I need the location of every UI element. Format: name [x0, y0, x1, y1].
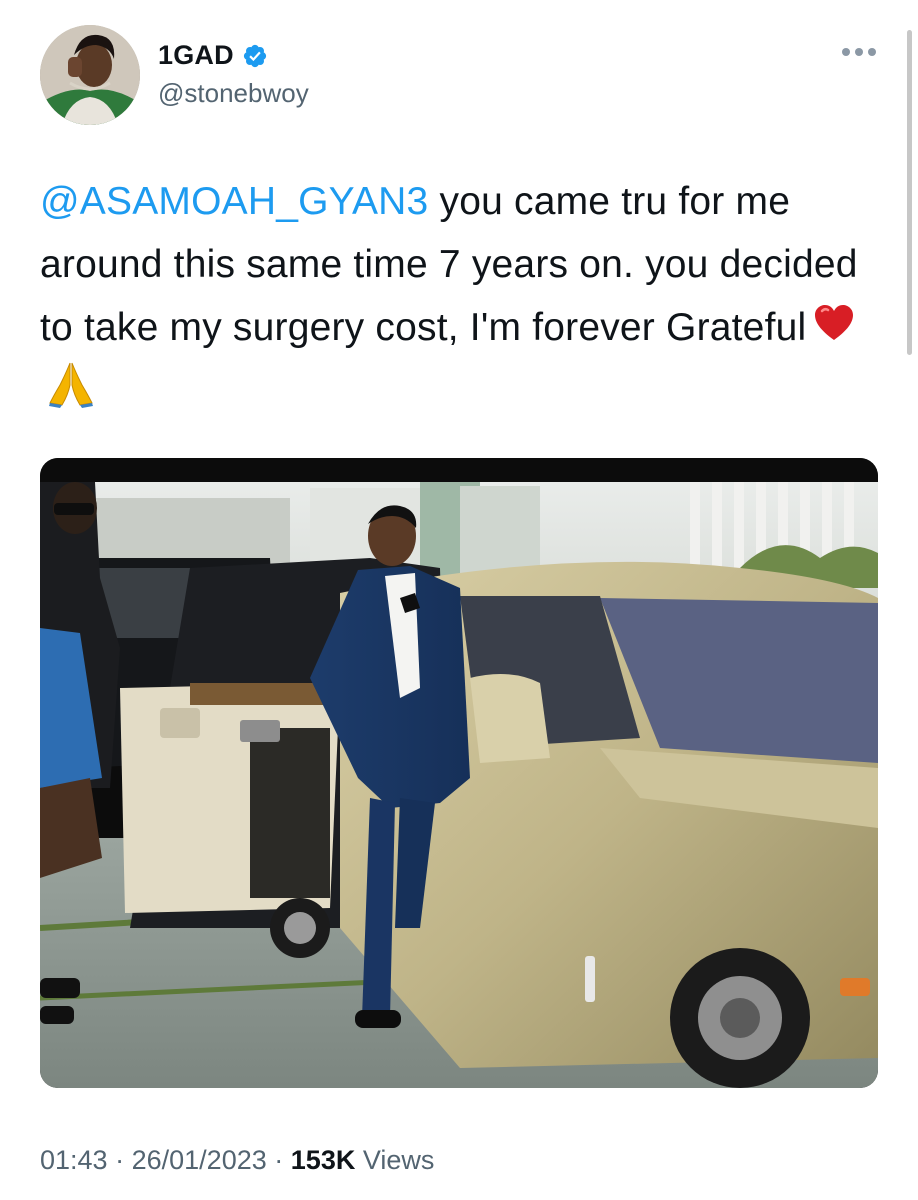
user-handle[interactable]: @stonebwoy: [158, 78, 309, 109]
tweet-time[interactable]: 01:43: [40, 1145, 108, 1175]
tweet-photo[interactable]: [40, 458, 878, 1088]
more-dot-icon: [855, 48, 863, 56]
more-dot-icon: [842, 48, 850, 56]
photo-image: [40, 458, 878, 1088]
views-label: Views: [362, 1145, 435, 1175]
more-dot-icon: [868, 48, 876, 56]
scrollbar[interactable]: [907, 30, 912, 355]
avatar[interactable]: [40, 25, 140, 125]
mention-link[interactable]: @ASAMOAH_GYAN3: [40, 180, 428, 223]
tweet-date[interactable]: 26/01/2023: [132, 1145, 267, 1175]
more-options-button[interactable]: [842, 48, 876, 56]
tweet-meta: 01:43 · 26/01/2023 · 153K Views: [40, 1145, 434, 1176]
avatar-image: [40, 25, 140, 125]
meta-separator: ·: [274, 1145, 284, 1175]
red-heart-icon: [815, 305, 854, 340]
display-name[interactable]: 1GAD: [158, 40, 234, 71]
tweet-text: @ASAMOAH_GYAN3 you came tru for me aroun…: [40, 170, 880, 422]
folded-hands-icon: [49, 362, 93, 408]
meta-separator: ·: [115, 1145, 125, 1175]
views-count[interactable]: 153K: [291, 1145, 356, 1175]
verified-badge-icon: [243, 44, 266, 67]
